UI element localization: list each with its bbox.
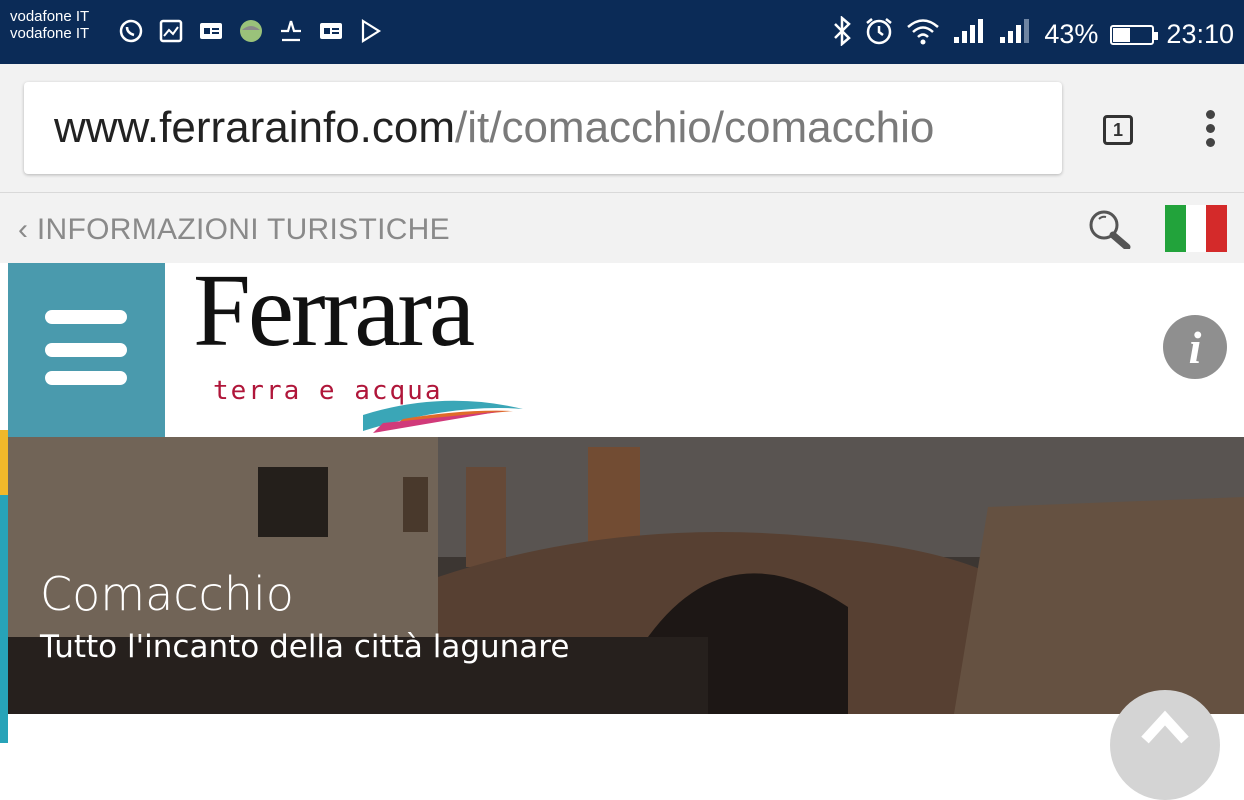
scroll-to-top-button[interactable] bbox=[1110, 690, 1220, 800]
carrier-label-1: vodafone IT bbox=[10, 8, 90, 25]
chevron-up-icon bbox=[1141, 710, 1189, 744]
clock: 23:10 bbox=[1166, 19, 1234, 49]
url-host: www.ferrarainfo.com bbox=[54, 103, 456, 152]
gallery-icon bbox=[158, 18, 184, 44]
pdf-icon bbox=[278, 18, 304, 44]
url-path: /it/comacchio/comacchio bbox=[455, 103, 935, 152]
logo-tagline-graphic: terra e acqua bbox=[213, 376, 523, 433]
tab-switcher-button[interactable]: 1 bbox=[1103, 115, 1133, 145]
bluetooth-icon bbox=[832, 15, 852, 53]
status-bar: vodafone IT vodafone IT 43% 23:10 bbox=[0, 0, 1244, 64]
logo-tagline: terra e acqua bbox=[213, 376, 443, 406]
play-store-icon bbox=[358, 18, 384, 44]
browser-toolbar: www.ferrarainfo.com/it/comacchio/comacch… bbox=[0, 64, 1244, 193]
signal-icon bbox=[998, 17, 1032, 52]
battery-level bbox=[1113, 27, 1130, 42]
battery-percent: 43% bbox=[1044, 19, 1099, 49]
site-top-bar: ‹ INFORMAZIONI TURISTICHE bbox=[0, 193, 1244, 263]
carrier-labels: vodafone IT vodafone IT bbox=[10, 8, 89, 42]
back-link-informazioni-turistiche[interactable]: ‹ INFORMAZIONI TURISTICHE bbox=[18, 213, 450, 247]
signal-icon bbox=[952, 17, 986, 52]
hero-subtitle: Tutto l'incanto della città lagunare bbox=[40, 629, 570, 665]
hero-title: Comacchio bbox=[40, 567, 294, 621]
battery-icon bbox=[1110, 24, 1159, 45]
left-accent-bar-top bbox=[0, 430, 8, 495]
app-icon bbox=[238, 18, 264, 44]
logo-title: Ferrara bbox=[193, 253, 475, 368]
info-button[interactable]: i bbox=[1163, 315, 1227, 379]
system-status: 43% 23:10 bbox=[832, 15, 1234, 53]
address-bar[interactable]: www.ferrarainfo.com/it/comacchio/comacch… bbox=[24, 82, 1062, 174]
search-icon[interactable] bbox=[1086, 209, 1136, 251]
carrier-label-2: vodafone IT bbox=[10, 25, 90, 42]
whatsapp-icon bbox=[118, 18, 144, 44]
message-icon bbox=[318, 18, 344, 44]
message-icon bbox=[198, 18, 224, 44]
site-header: Ferrara terra e acqua i bbox=[8, 259, 1244, 437]
wifi-icon bbox=[906, 17, 940, 52]
alarm-icon bbox=[864, 16, 894, 53]
hamburger-menu-button[interactable] bbox=[8, 263, 165, 437]
overflow-menu-icon[interactable] bbox=[1198, 108, 1222, 152]
notification-icons bbox=[118, 18, 384, 44]
hero-banner: Comacchio Tutto l'incanto della città la… bbox=[8, 437, 1244, 714]
italy-flag-icon[interactable] bbox=[1165, 205, 1228, 252]
